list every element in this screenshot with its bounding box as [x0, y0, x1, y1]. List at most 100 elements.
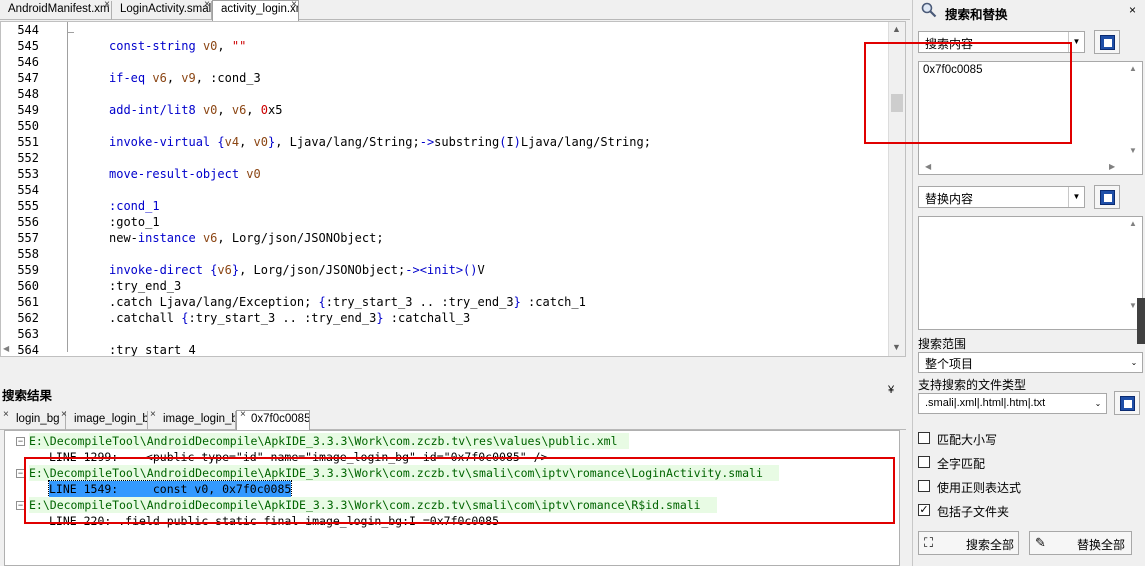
- code-text: :try_end_3: [109, 279, 182, 293]
- close-icon[interactable]: ×: [61, 411, 67, 420]
- code-line[interactable]: 545 const-string v0, "": [1, 38, 881, 54]
- line-number: 562: [17, 311, 39, 325]
- line-number: 550: [17, 119, 39, 133]
- file-tab-label: AndroidManifest.xm: [8, 3, 110, 15]
- code-line[interactable]: 558: [1, 246, 881, 262]
- scope-label: 搜索范围: [918, 337, 967, 351]
- search-all-button[interactable]: ⛶ 搜索全部: [918, 531, 1019, 555]
- line-number: 552: [17, 151, 39, 165]
- code-line[interactable]: 562 .catchall {:try_start_3 .. :try_end_3…: [1, 310, 881, 326]
- results-tab-image-login-bg-2[interactable]: × image_login_bg: [147, 411, 236, 430]
- code-text: const-string v0, "": [109, 39, 247, 53]
- line-number: 555: [17, 199, 39, 213]
- scroll-left-icon[interactable]: ◀: [3, 344, 9, 353]
- close-icon[interactable]: ×: [1129, 3, 1136, 17]
- scroll-right-icon[interactable]: ▶: [1109, 162, 1115, 171]
- close-icon[interactable]: ×: [240, 411, 246, 420]
- line-number: 547: [17, 71, 39, 85]
- code-line[interactable]: 548: [1, 86, 881, 102]
- scroll-up-icon[interactable]: ▲: [1129, 64, 1137, 73]
- code-line[interactable]: 552: [1, 150, 881, 166]
- checkbox-label: 使用正则表达式: [937, 481, 1022, 495]
- code-line[interactable]: 563: [1, 326, 881, 342]
- scope-select[interactable]: 整个项目 ⌄: [918, 352, 1143, 373]
- code-text: :cond_1: [109, 199, 160, 213]
- collapse-icon[interactable]: ¥: [888, 384, 894, 396]
- chevron-down-icon[interactable]: ⌄: [1090, 394, 1106, 413]
- editor-horizontal-scrollbar[interactable]: ◀: [1, 344, 889, 356]
- code-text: if-eq v6, v9, :cond_3: [109, 71, 261, 85]
- collapse-tree-icon[interactable]: −: [16, 437, 25, 446]
- checkbox-box[interactable]: [918, 480, 930, 492]
- replace-options-button[interactable]: [1094, 185, 1120, 209]
- close-icon[interactable]: ×: [104, 1, 110, 10]
- replace-history-combo[interactable]: 替换内容 ▼: [918, 186, 1085, 208]
- file-tab-loginactivity[interactable]: LoginActivity.smali ×: [112, 1, 212, 20]
- replace-all-button[interactable]: ✎ 替换全部: [1029, 531, 1132, 555]
- code-line[interactable]: 559 invoke-direct {v6}, Lorg/json/JSONObj…: [1, 262, 881, 278]
- code-line[interactable]: 550: [1, 118, 881, 134]
- replace-all-label: 替换全部: [1077, 538, 1126, 552]
- chevron-down-icon[interactable]: ⌄: [1126, 353, 1142, 372]
- scroll-down-icon[interactable]: ▼: [1129, 146, 1137, 155]
- code-text: add-int/lit8 v0, v6, 0x5: [109, 103, 283, 117]
- results-tab-login-bg[interactable]: × login_bg: [0, 411, 66, 430]
- filetypes-select[interactable]: .smali|.xml|.html|.htm|.txt ⌄: [918, 393, 1107, 414]
- file-tab-activity-login[interactable]: activity_login.xm ×: [212, 0, 299, 21]
- search-input-scrollbar[interactable]: ▲ ▼: [1125, 62, 1142, 174]
- code-text: invoke-direct {v6}, Lorg/json/JSONObject…: [109, 263, 485, 277]
- replace-input[interactable]: ▲ ▼: [918, 216, 1143, 330]
- scroll-down-icon[interactable]: ▼: [1129, 301, 1137, 310]
- code-line[interactable]: 556:goto_1: [1, 214, 881, 230]
- code-line[interactable]: 546: [1, 54, 881, 70]
- results-tab-0x7f0c0085[interactable]: × 0x7f0c0085: [236, 410, 310, 431]
- code-text: invoke-virtual {v4, v0}, Ljava/lang/Stri…: [109, 135, 651, 149]
- dialog-icon: [1100, 35, 1115, 50]
- file-tab-label: LoginActivity.smali: [120, 3, 212, 15]
- checkbox-box[interactable]: ✓: [918, 504, 930, 516]
- code-line[interactable]: 555 :cond_1: [1, 198, 881, 214]
- code-line[interactable]: 560 :try_end_3: [1, 278, 881, 294]
- results-tree[interactable]: − E:\DecompileTool\AndroidDecompile\ApkI…: [4, 430, 900, 566]
- code-text: new-instance v6, Lorg/json/JSONObject;: [109, 231, 384, 245]
- checkbox-box[interactable]: [918, 456, 930, 468]
- scope-value: 整个项目: [925, 357, 974, 371]
- file-tab-androidmanifest[interactable]: AndroidManifest.xm ×: [0, 1, 112, 20]
- close-icon[interactable]: ×: [3, 411, 9, 420]
- results-tab-image-login-bg[interactable]: × image_login_bg: [58, 411, 148, 430]
- code-line[interactable]: 557 new-instance v6, Lorg/json/JSONObject…: [1, 230, 881, 246]
- filetypes-options-button[interactable]: [1114, 391, 1140, 415]
- code-line[interactable]: 544: [1, 22, 881, 38]
- panel-resize-grip[interactable]: [1137, 298, 1145, 344]
- result-file-row[interactable]: E:\DecompileTool\AndroidDecompile\ApkIDE…: [29, 433, 629, 449]
- search-options-button[interactable]: [1094, 30, 1120, 54]
- close-icon[interactable]: ×: [291, 1, 297, 10]
- code-line[interactable]: 554: [1, 182, 881, 198]
- scroll-up-icon[interactable]: ▲: [892, 24, 901, 34]
- code-line[interactable]: 553 move-result-object v0: [1, 166, 881, 182]
- code-editor[interactable]: 544 545 const-string v0, "" 546 547 if-eq v6,…: [0, 21, 906, 357]
- code-text: move-result-object v0: [109, 167, 261, 181]
- filetypes-label: 支持搜索的文件类型: [918, 378, 1027, 392]
- apkide-window: AndroidManifest.xm × LoginActivity.smali…: [0, 0, 1145, 566]
- close-icon[interactable]: ×: [150, 411, 156, 420]
- code-line[interactable]: 547 if-eq v6, v9, :cond_3: [1, 70, 881, 86]
- line-number: 553: [17, 167, 39, 181]
- scroll-down-icon[interactable]: ▼: [892, 342, 901, 352]
- code-text: .catchall {:try_start_3 .. :try_end_3} :…: [109, 311, 471, 325]
- close-icon[interactable]: ×: [204, 1, 210, 10]
- checkbox-box[interactable]: [918, 432, 930, 444]
- results-tab-bar: × login_bg × image_login_bg × image_logi…: [0, 410, 906, 431]
- line-number: 557: [17, 231, 39, 245]
- code-line[interactable]: 551 invoke-virtual {v4, v0}, Ljava/lang/S…: [1, 134, 881, 150]
- code-line[interactable]: 549 add-int/lit8 v0, v6, 0x5: [1, 102, 881, 118]
- checkbox-label: 包括子文件夹: [937, 505, 1010, 519]
- scroll-left-icon[interactable]: ◀: [925, 162, 931, 171]
- line-number: 554: [17, 183, 39, 197]
- scroll-up-icon[interactable]: ▲: [1129, 219, 1137, 228]
- chevron-down-icon[interactable]: ▼: [1068, 187, 1084, 207]
- code-line[interactable]: 561 .catch Ljava/lang/Exception; {:try_st…: [1, 294, 881, 310]
- line-number: 546: [17, 55, 39, 69]
- line-number: 560: [17, 279, 39, 293]
- search-all-label: 搜索全部: [966, 538, 1015, 552]
